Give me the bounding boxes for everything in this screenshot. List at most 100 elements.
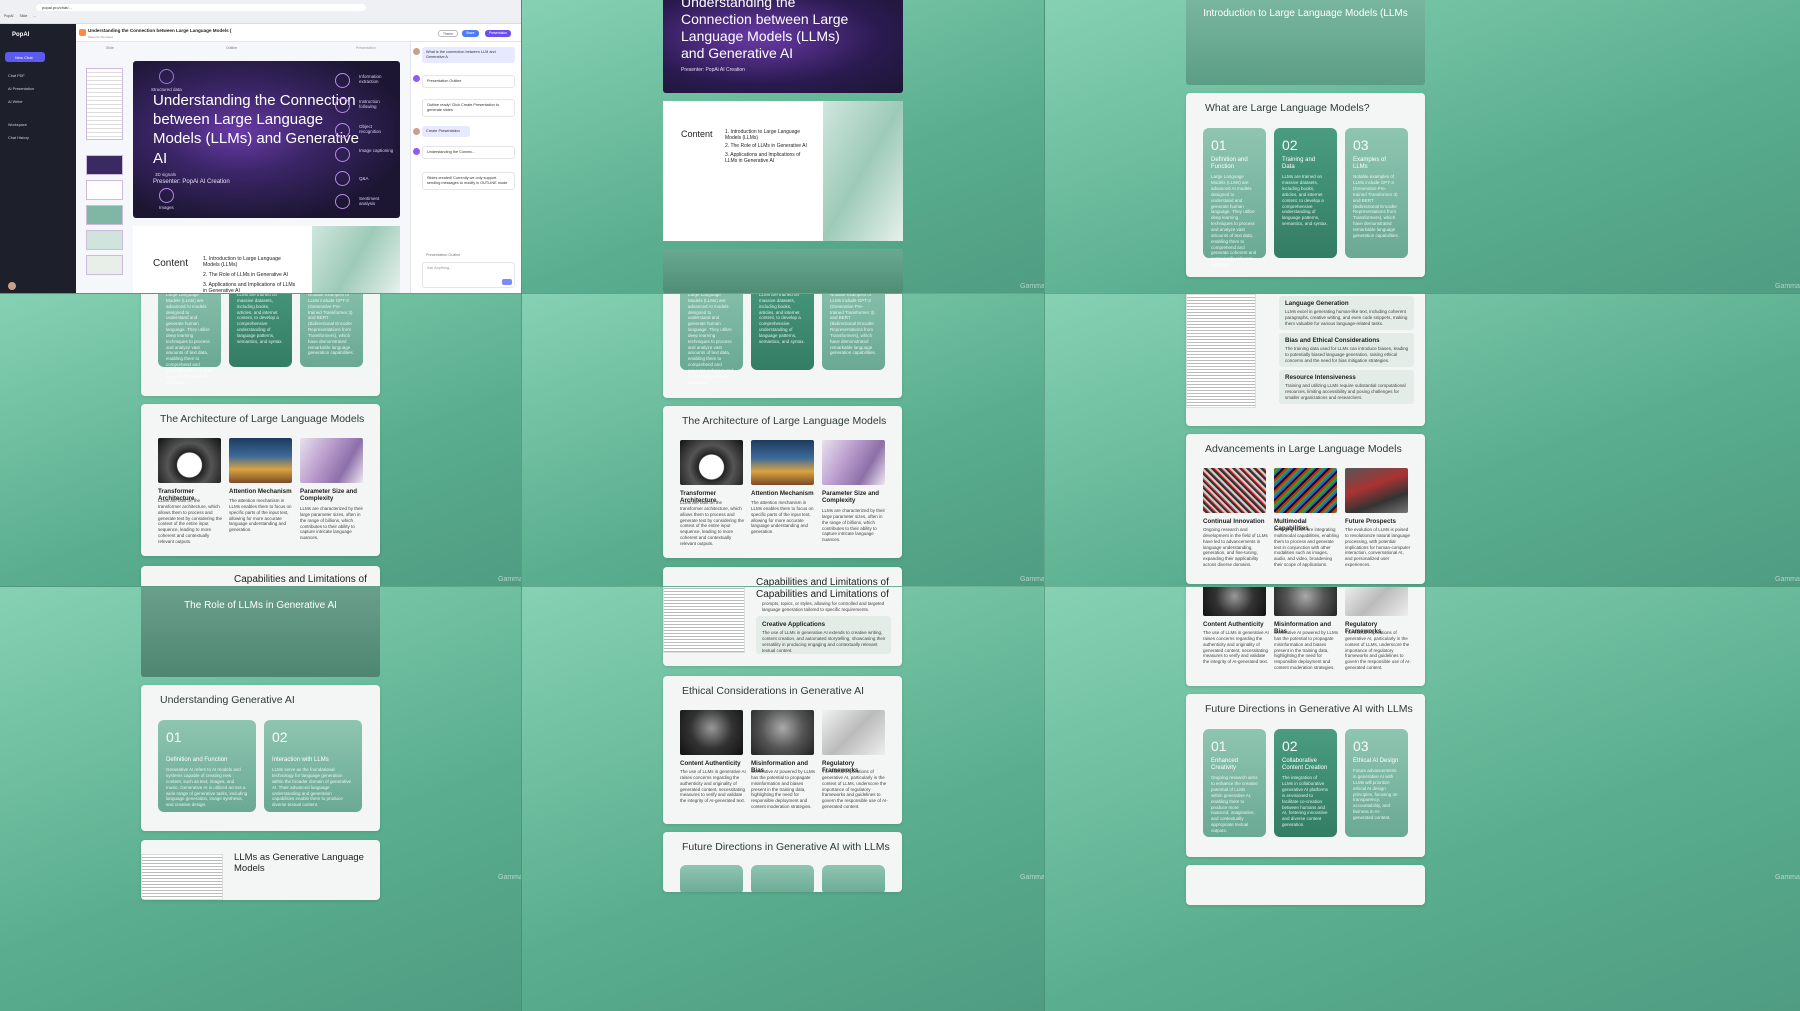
slide-heading: Future Directions in Generative AI with … (1205, 703, 1413, 715)
chat-input[interactable]: Ask Anything... (422, 262, 515, 288)
content-item: 3. Applications and Implications of LLMs… (725, 152, 801, 164)
deck-header: Understanding the Connection between Lar… (76, 24, 521, 42)
future-slide-crop: Future Directions in Generative AI with … (663, 832, 902, 892)
item-text: The attention mechanism in LLMs enables … (229, 498, 292, 533)
card-text: Future advancements in generative AI wit… (1353, 768, 1398, 820)
bot-avatar (413, 75, 420, 82)
create-presentation-button[interactable]: Create Presentation (422, 126, 470, 137)
content-slide: Content 1. Introduction to Large Languag… (663, 101, 903, 241)
tab-outline[interactable]: Outline (226, 46, 237, 50)
slide-presenter: Presenter: PopAi AI Creation (153, 179, 230, 185)
slide-heading: Capabilities and Limitations of (234, 574, 367, 585)
sidebar-item-workspace[interactable]: Workspace (8, 123, 27, 127)
sidebar-item-ai-writer[interactable]: AI Writer (8, 100, 23, 104)
presentation-card[interactable]: Understanding the Connec... (422, 146, 515, 159)
parameters-image (300, 438, 363, 483)
card-title: Examples of LLMs (1353, 157, 1387, 171)
card-text: Large Language Models (LLMs) are advance… (166, 294, 212, 385)
card-number: 02 (1282, 137, 1298, 153)
new-chat-button[interactable]: New Chat (5, 52, 45, 62)
slide-heading: Ethical Considerations in Generative AI (682, 685, 865, 697)
bot-message: Outline ready! Click Create Presentation… (422, 99, 515, 117)
present-button[interactable]: Presentation (485, 30, 511, 37)
item-text: The use of LLMs in generative AI extends… (762, 630, 886, 653)
tab-presentation[interactable]: Presentation (356, 46, 376, 50)
outline-chip[interactable]: Presentation Outline (422, 250, 515, 261)
slide-heading: LLMs as Generative Language Models (234, 852, 364, 874)
banner-title: Introduction to Large Language Models (L… (1203, 8, 1408, 19)
bookmarks-bar: PopAI Slide ... (4, 14, 36, 18)
outline-card[interactable]: Presentation Outline (422, 75, 515, 88)
item-text: LLMs excel in generating human-like text… (1285, 309, 1408, 326)
avatar[interactable] (8, 282, 16, 290)
capability-box: Creative Applications The use of LLMs in… (756, 616, 891, 654)
slide-heading: Future Directions in Generative AI with … (682, 841, 890, 853)
future-slide: Future Directions in Generative AI with … (1186, 694, 1425, 857)
document-image (141, 854, 223, 900)
send-icon[interactable] (502, 279, 512, 285)
title-slide-crop: Understanding the Connection between Lar… (663, 0, 903, 93)
info-card: 02 Interaction with LLMs LLMs serve as t… (264, 720, 362, 812)
info-card: Large Language Models (LLMs) are advance… (158, 294, 221, 385)
slide-heading: The Architecture of Large Language Model… (160, 413, 365, 425)
slide-label: Q&A (359, 176, 369, 181)
bookmark[interactable]: Slide (20, 14, 28, 18)
card-text: LLMs serve as the foundational technolog… (272, 767, 352, 808)
item-text: Generative AI powered by LLMs has the po… (751, 769, 816, 810)
parameters-image (822, 440, 885, 485)
thumbnail[interactable] (86, 180, 123, 200)
thumbnail[interactable] (86, 255, 123, 275)
chat-panel: What is the connection between LLM and G… (410, 42, 521, 293)
item-text: The ethical implications of generative A… (822, 769, 888, 810)
bookmark[interactable]: PopAI (4, 14, 14, 18)
sidebar-item-ai-presentation[interactable]: AI Presentation (8, 87, 34, 91)
thumbnail[interactable] (86, 230, 123, 250)
item-title: Attention Mechanism (229, 488, 292, 495)
content-slide[interactable]: Content 1. Introduction to Large Languag… (133, 226, 400, 293)
content-item: 1. Introduction to Large Language Models… (203, 256, 281, 268)
slide-heading: Advancements in Large Language Models (1205, 443, 1402, 455)
card-text: LLMs are trained on massive datasets, in… (759, 294, 805, 344)
watermark: Gamma (1775, 283, 1800, 290)
card-number: 02 (1282, 738, 1298, 754)
card-title: Definition and Function (166, 757, 228, 763)
frame-7: Capabilities and Limitations of prompts,… (522, 587, 1044, 1011)
thumbnail[interactable] (86, 205, 123, 225)
card-text: Notable examples of LLMs include GPT-3 (… (1353, 174, 1400, 238)
item-title: Content Authenticity (680, 760, 741, 767)
watermark: Gamma (1775, 874, 1800, 881)
theme-button[interactable]: Theme (438, 30, 458, 37)
sidebar-item-chat-history[interactable]: Chat History (8, 136, 29, 140)
future-image (1345, 468, 1408, 513)
attention-image (751, 440, 814, 485)
multimodal-image (1274, 468, 1337, 513)
card-title: Enhanced Creativity (1211, 758, 1239, 772)
frame-3: Large Language Models (LLMs) are advance… (0, 294, 521, 586)
address-bar[interactable]: popai.pro/chat/... (36, 4, 366, 11)
item-text: The ethical implications of generative A… (1345, 630, 1411, 671)
item-title: Creative Applications (762, 621, 826, 628)
capabilities-slide: Capabilities and Limitations of prompts,… (663, 587, 902, 666)
bot-message: Slides created! Currently we only suppor… (422, 172, 515, 190)
tab-slide[interactable]: Slide (106, 46, 114, 50)
share-button[interactable]: Share (462, 30, 479, 37)
caption-icon (335, 147, 350, 162)
sidebar-item-chat-pdf[interactable]: Chat PDF (8, 74, 25, 78)
title-slide[interactable]: Structured data Understanding the Connec… (133, 61, 400, 218)
object-icon (335, 123, 350, 138)
extraction-icon (335, 73, 350, 88)
frame-2: Introduction to Large Language Models (L… (1045, 0, 1800, 293)
thumbnail[interactable] (86, 155, 123, 175)
frame-5: Language Generation LLMs excel in genera… (1045, 294, 1800, 586)
bookmark[interactable]: ... (33, 14, 36, 18)
thumbnail[interactable] (86, 68, 123, 140)
slide-thumbnails (82, 68, 123, 293)
deck-icon (79, 29, 86, 36)
what-are-llms-slide-crop: Large Language Models (LLMs) are advance… (663, 294, 902, 398)
item-title: Parameter Size and Complexity (300, 488, 358, 503)
regulatory-image (1345, 587, 1408, 616)
capabilities-slide: Language Generation LLMs excel in genera… (1186, 294, 1425, 426)
info-card: Large Language Models (LLMs) are advance… (680, 294, 743, 385)
item-text: The evolution of LLMs is poised to revol… (1345, 527, 1411, 568)
capability-box: Bias and Ethical Considerations The trai… (1279, 333, 1414, 367)
